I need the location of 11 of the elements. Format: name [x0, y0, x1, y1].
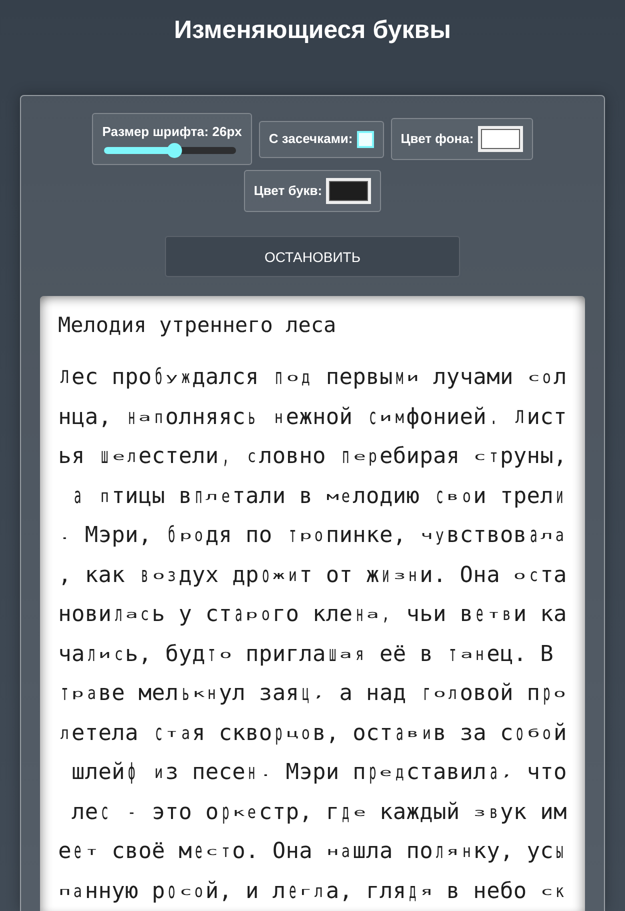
serif-checkbox[interactable] [356, 130, 374, 148]
serif-label: С засечками: [268, 131, 353, 147]
color-picker[interactable] [326, 178, 372, 204]
slider-thumb[interactable] [167, 143, 182, 158]
color-picker[interactable] [478, 126, 523, 152]
stop-button[interactable]: ОСТАНОВИТЬ [165, 236, 460, 277]
font-size-label: Размер шрифта: 26px [102, 124, 242, 140]
document-title: Мелодия утреннего леса [58, 312, 336, 338]
color-label: Цвет букв: [254, 183, 322, 199]
page-title: Изменяющиеся буквы [174, 15, 451, 45]
color-label: Цвет фона: [400, 131, 474, 147]
